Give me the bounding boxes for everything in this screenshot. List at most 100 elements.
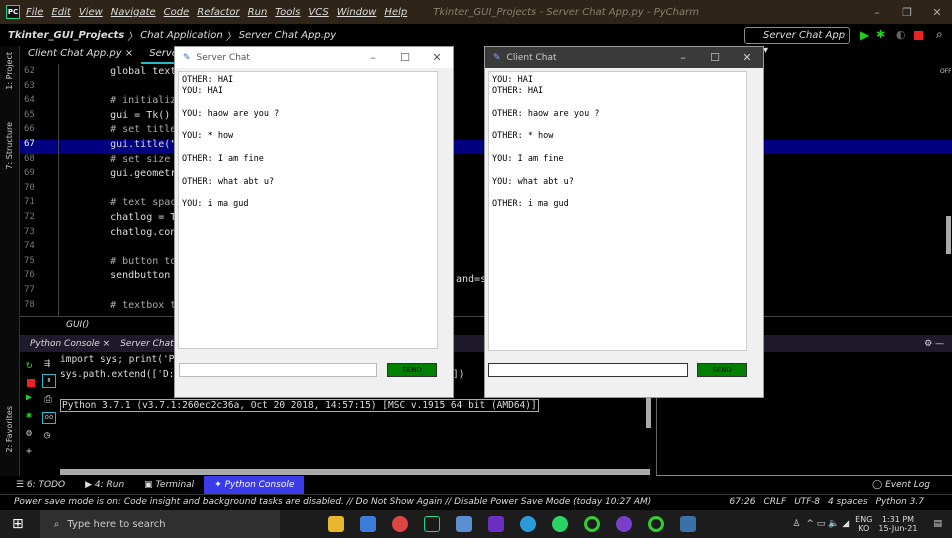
- ide-title-bar: PC File Edit View Navigate Code Refactor…: [0, 0, 952, 24]
- minimize-button[interactable]: –: [862, 6, 892, 19]
- structure-tool-button[interactable]: 7: Structure: [5, 122, 14, 170]
- tray-icons[interactable]: ^ ▭ 🔈 ◢: [806, 519, 849, 529]
- execute-icon[interactable]: ▶: [26, 392, 32, 403]
- event-log-tab[interactable]: ◯ Event Log: [862, 476, 940, 494]
- line-number: 74: [24, 241, 35, 252]
- python-icon[interactable]: [679, 516, 696, 532]
- menu-run[interactable]: Run: [248, 7, 268, 18]
- menu-edit[interactable]: Edit: [51, 7, 70, 18]
- edge-icon[interactable]: [519, 516, 536, 532]
- stop-console-icon[interactable]: [27, 379, 35, 387]
- chat-log[interactable]: OTHER: HAI YOU: HAI YOU: haow are you ? …: [178, 71, 438, 349]
- line-number: 76: [24, 270, 35, 281]
- debug-console-icon[interactable]: ✱: [26, 410, 32, 421]
- rerun-icon[interactable]: ↻: [26, 358, 33, 371]
- console-tab-server[interactable]: Server Chat: [120, 339, 173, 349]
- app-icon[interactable]: [455, 516, 472, 532]
- power-save-message[interactable]: Power save mode is on: Code insight and …: [6, 495, 651, 510]
- menu-code[interactable]: Code: [164, 7, 190, 18]
- history-icon[interactable]: ◷: [44, 430, 50, 441]
- server-title-bar[interactable]: ✎ Server Chat – ☐ ✕: [175, 47, 453, 68]
- line-number: 66: [24, 124, 35, 135]
- line-number: 67: [24, 139, 35, 149]
- run-config-select[interactable]: Server Chat App ▾: [744, 27, 850, 56]
- menu-navigate[interactable]: Navigate: [111, 7, 156, 18]
- chat-log[interactable]: YOU: HAI OTHER: HAI OTHER: haow are you …: [488, 71, 747, 351]
- console-tab-python[interactable]: Python Console ×: [20, 339, 120, 349]
- coverage-icon[interactable]: ◐: [896, 28, 906, 41]
- tab-client-chat[interactable]: Client Chat App.py ×: [20, 46, 141, 64]
- language[interactable]: ENG: [855, 515, 872, 524]
- loader-icon[interactable]: [583, 516, 600, 532]
- cursor-position[interactable]: 67:26: [730, 495, 756, 510]
- start-button[interactable]: ⊞: [12, 516, 24, 532]
- indent[interactable]: 4 spaces: [828, 495, 868, 510]
- notifications-icon[interactable]: ▤: [933, 519, 942, 529]
- scroll-end-icon[interactable]: ⇟: [42, 374, 56, 388]
- window-title: Tkinter_GUI_Projects - Server Chat App.p…: [433, 6, 699, 18]
- clock-date[interactable]: 15-Jun-21: [878, 524, 917, 533]
- interpreter[interactable]: Python 3.7: [876, 495, 924, 510]
- computer-icon[interactable]: [359, 516, 376, 532]
- people-icon[interactable]: ♙: [792, 519, 800, 529]
- encoding[interactable]: UTF-8: [794, 495, 820, 510]
- run-icon[interactable]: ▶: [860, 28, 869, 42]
- file-explorer-icon[interactable]: [327, 516, 344, 532]
- maximize-button[interactable]: ☐: [389, 51, 421, 64]
- favorites-tool-button[interactable]: 2: Favorites: [5, 406, 14, 452]
- gear-icon[interactable]: ⚙ —: [924, 339, 944, 349]
- breadcrumb-project[interactable]: Tkinter_GUI_Projects: [8, 30, 124, 41]
- terminal-tab[interactable]: ▣ Terminal: [134, 476, 204, 494]
- menu-vcs[interactable]: VCS: [308, 7, 328, 18]
- tab-label: 6: TODO: [26, 480, 66, 490]
- ime[interactable]: KO: [855, 524, 872, 533]
- line-separator[interactable]: CRLF: [763, 495, 786, 510]
- python-console-tab[interactable]: ✦ Python Console: [204, 476, 305, 494]
- search-icon[interactable]: ⌕: [936, 27, 943, 42]
- menu-window[interactable]: Window: [337, 7, 377, 18]
- console-line-tail: ]): [453, 369, 465, 380]
- close-tab-icon[interactable]: ×: [125, 48, 133, 59]
- close-button[interactable]: ✕: [922, 6, 952, 19]
- menu-refactor[interactable]: Refactor: [197, 7, 239, 18]
- menu-tools[interactable]: Tools: [275, 7, 300, 18]
- maximize-button[interactable]: ❐: [892, 6, 922, 19]
- taskbar-search[interactable]: ⌕ Type here to search: [39, 510, 280, 538]
- close-button[interactable]: ✕: [421, 51, 453, 64]
- clock-time[interactable]: 1:31 PM: [878, 515, 917, 524]
- loader-icon-2[interactable]: [647, 516, 664, 532]
- editor-scrollbar[interactable]: [946, 216, 951, 254]
- message-input[interactable]: [488, 363, 688, 377]
- todo-tab[interactable]: ☰ 6: TODO: [6, 476, 75, 494]
- minimize-button[interactable]: –: [357, 51, 389, 64]
- console-vscrollbar[interactable]: [646, 398, 651, 428]
- print-icon[interactable]: ⎙: [44, 394, 52, 405]
- client-title-bar[interactable]: ✎ Client Chat – ☐ ✕: [485, 47, 763, 68]
- project-tool-button[interactable]: 1: Project: [5, 52, 14, 90]
- stop-icon[interactable]: [914, 31, 923, 40]
- pycharm-icon[interactable]: [423, 516, 440, 532]
- console-hscrollbar[interactable]: [60, 469, 650, 475]
- whatsapp-icon[interactable]: [551, 516, 568, 532]
- minimize-button[interactable]: –: [667, 51, 699, 64]
- github-icon[interactable]: [615, 516, 632, 532]
- window-title: Client Chat: [506, 52, 557, 63]
- intellij-icon[interactable]: [487, 516, 504, 532]
- menu-view[interactable]: View: [79, 7, 103, 18]
- breadcrumb-folder[interactable]: Chat Application: [140, 30, 222, 41]
- maximize-button[interactable]: ☐: [699, 51, 731, 64]
- close-button[interactable]: ✕: [731, 51, 763, 64]
- settings-icon[interactable]: ⚙: [26, 428, 32, 439]
- message-input[interactable]: [179, 363, 377, 377]
- breadcrumb-file[interactable]: Server Chat App.py: [239, 30, 337, 41]
- send-button[interactable]: SEND: [387, 363, 437, 377]
- menu-file[interactable]: File: [26, 7, 43, 18]
- menu-help[interactable]: Help: [384, 7, 407, 18]
- variables-icon[interactable]: oo: [42, 412, 56, 424]
- debug-icon[interactable]: ✱: [876, 28, 885, 41]
- run-tab[interactable]: ▶ 4: Run: [75, 476, 134, 494]
- chrome-icon[interactable]: [391, 516, 408, 532]
- send-button[interactable]: SEND: [697, 363, 747, 377]
- soft-wrap-icon[interactable]: ⇶: [44, 358, 50, 369]
- add-icon[interactable]: +: [26, 446, 32, 457]
